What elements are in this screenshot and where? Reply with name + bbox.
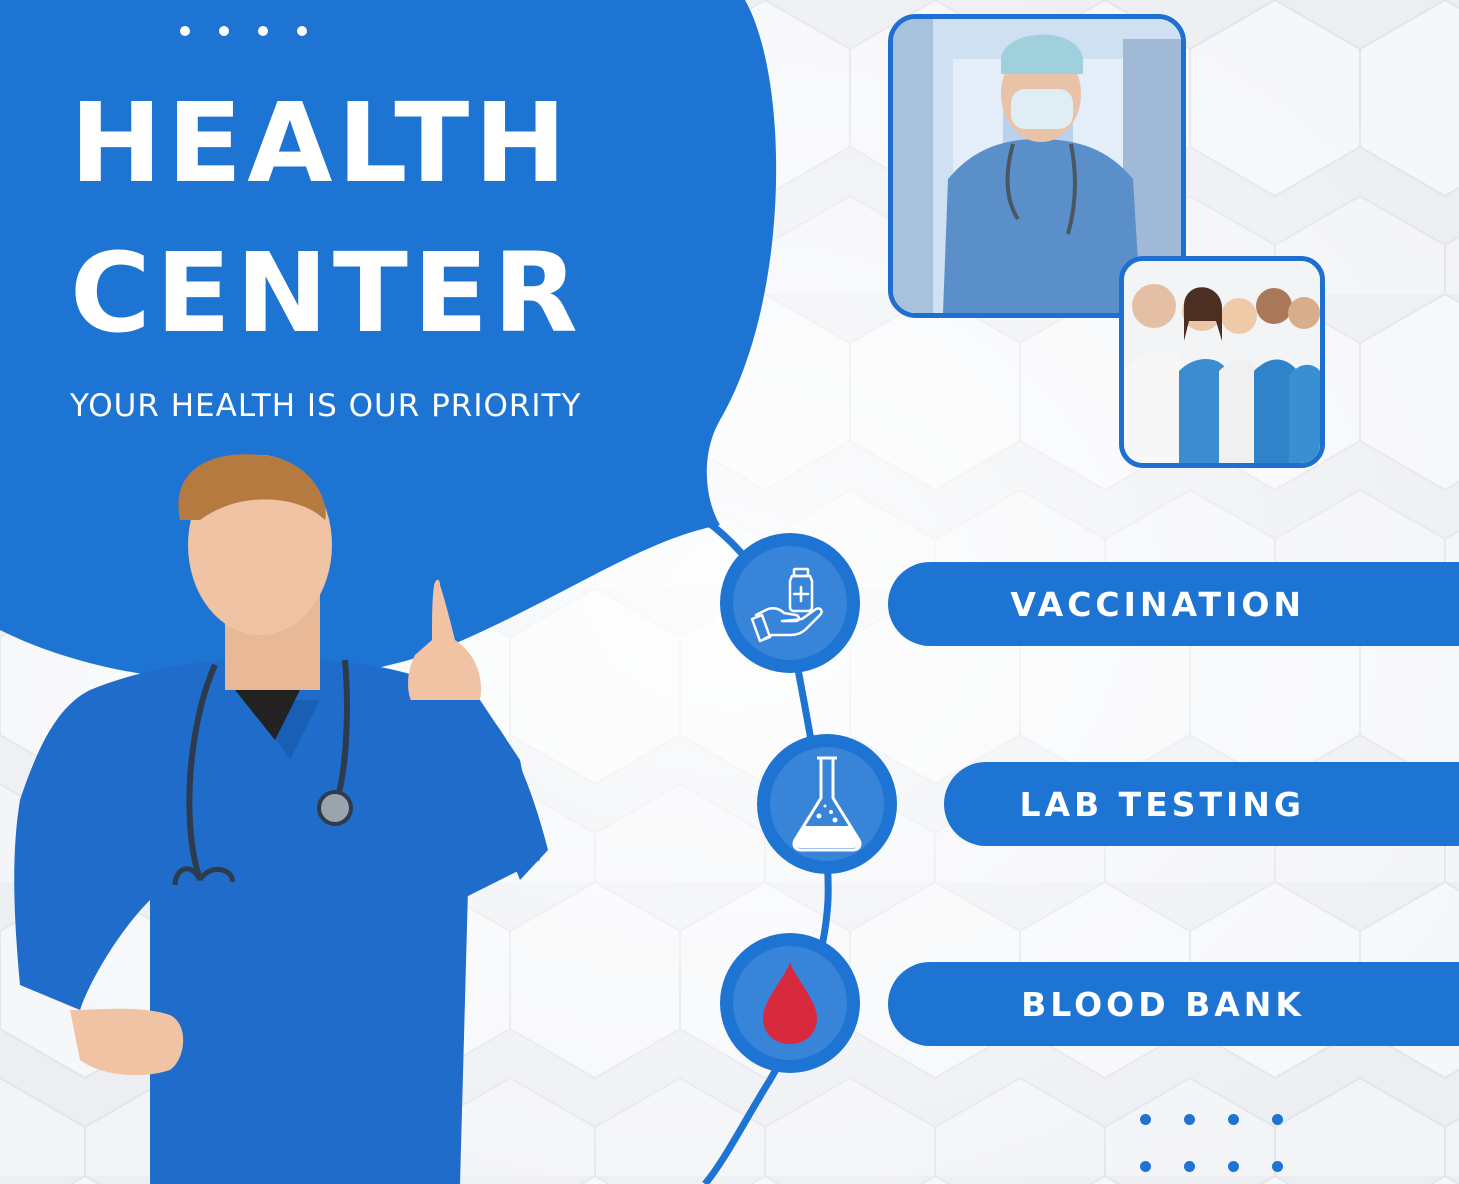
title-health: HEALTH [70, 79, 572, 207]
flask-icon [792, 756, 862, 852]
tagline: YOUR HEALTH IS OUR PRIORITY [70, 388, 582, 424]
service-lab-testing-label: LAB TESTING [1019, 784, 1305, 824]
decorative-dots-bottom [1140, 1114, 1283, 1172]
blood-bank-icon-badge [720, 933, 860, 1073]
service-vaccination: VACCINATION [888, 562, 1459, 646]
blood-drop-icon [763, 962, 817, 1044]
title-center: CENTER [70, 229, 583, 357]
vaccine-hand-icon [750, 567, 823, 643]
team-image [1124, 261, 1320, 463]
service-lab-testing: LAB TESTING [944, 762, 1459, 846]
vaccination-icon-badge [720, 533, 860, 673]
service-blood-bank: BLOOD BANK [888, 962, 1459, 1046]
decorative-dots-top [180, 26, 307, 36]
photo-medical-team [1119, 256, 1325, 468]
service-vaccination-label: VACCINATION [1010, 584, 1305, 624]
lab-testing-icon-badge [757, 734, 897, 874]
service-blood-bank-label: BLOOD BANK [1021, 984, 1305, 1024]
